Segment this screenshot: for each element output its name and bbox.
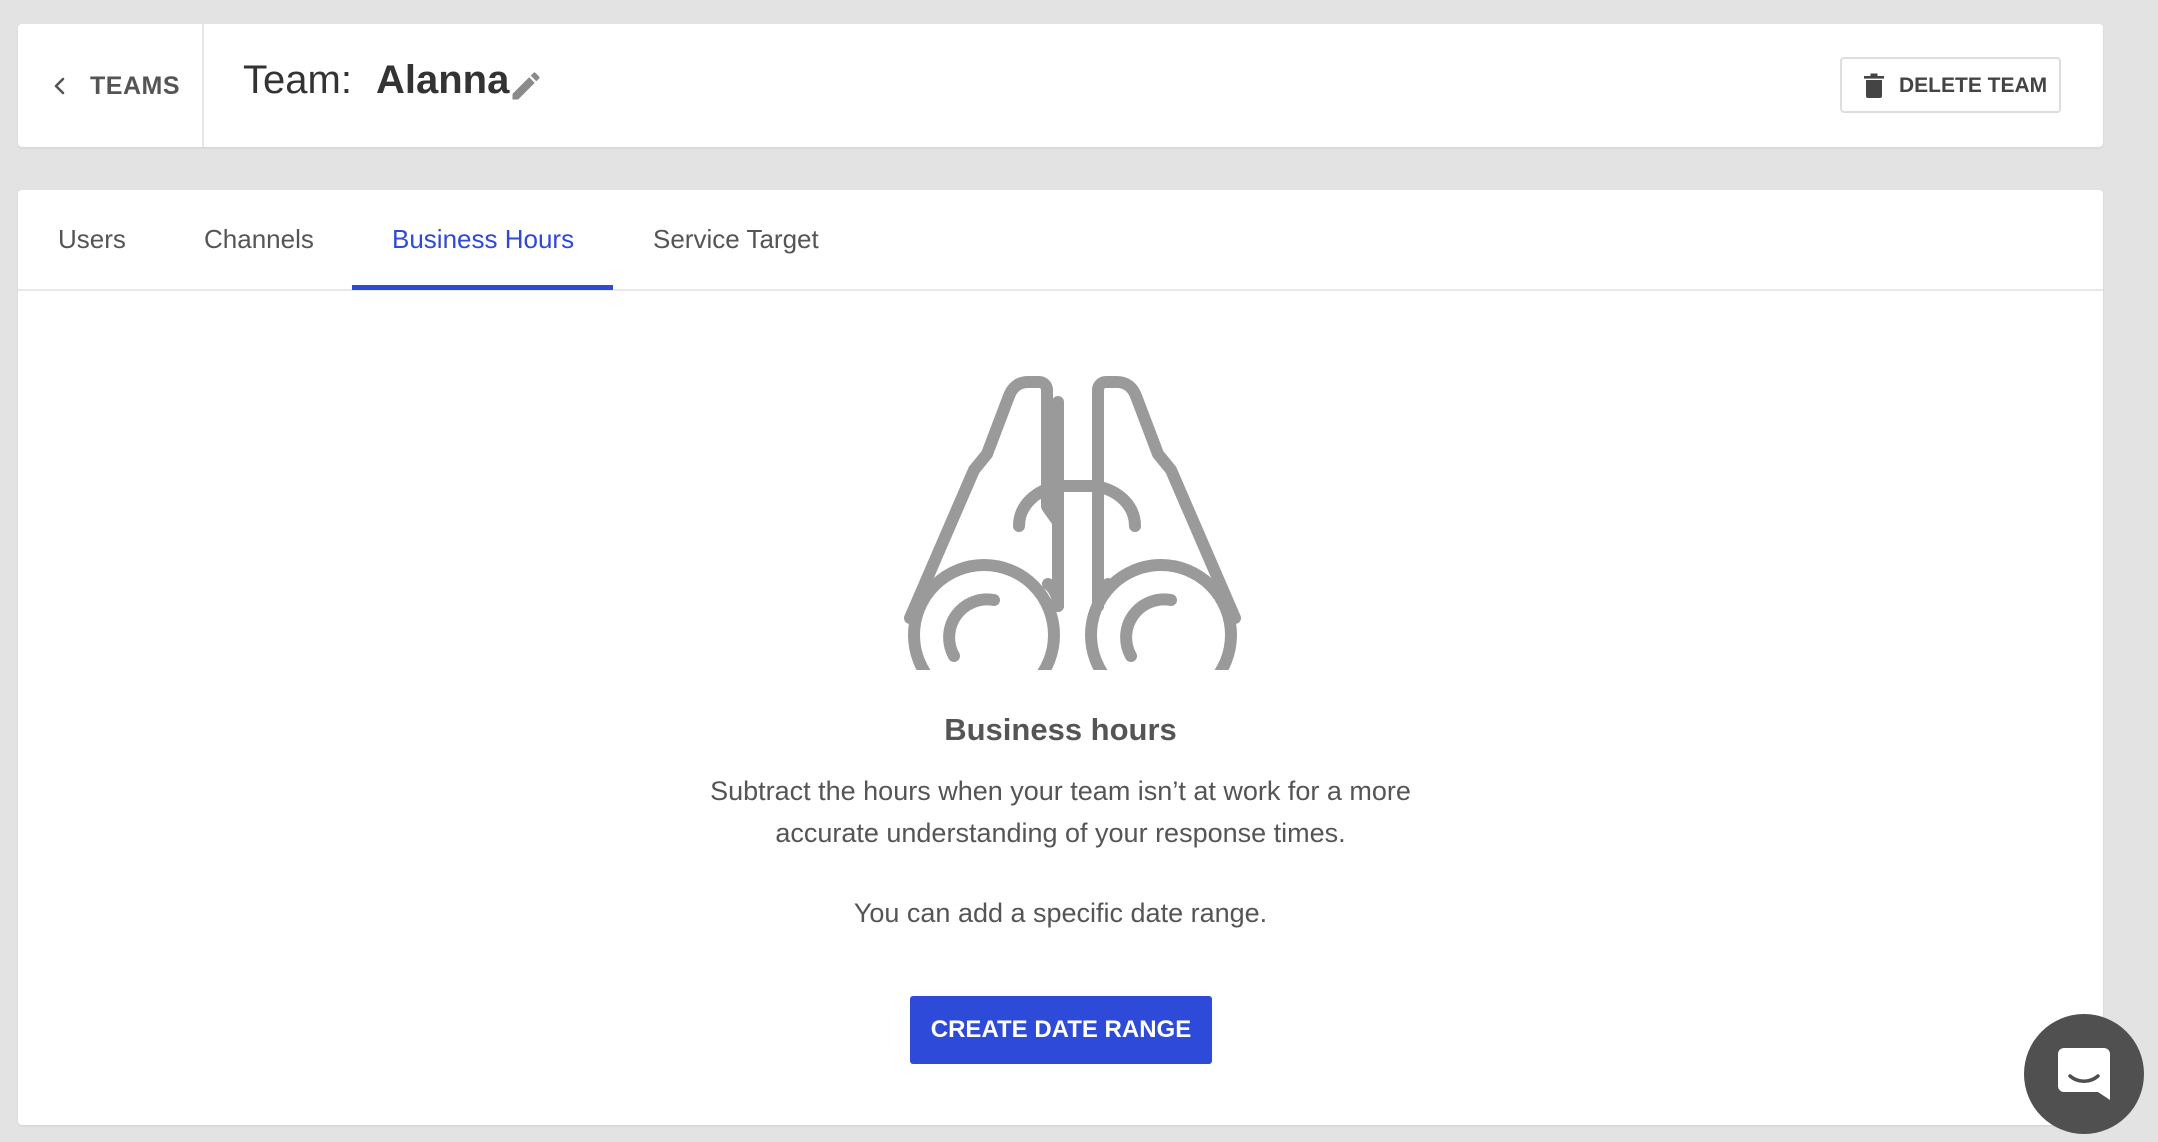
back-link-label: TEAMS (90, 72, 180, 100)
team-settings-panel: Users Channels Business Hours Service Ta… (18, 190, 2103, 1125)
tab-service-target[interactable]: Service Target (653, 190, 853, 291)
team-prefix: Team: (243, 58, 352, 102)
binoculars-icon (904, 376, 1241, 670)
chat-icon (2058, 1048, 2110, 1100)
team-name: Alanna (376, 58, 510, 102)
tab-service-target-label: Service Target (653, 224, 819, 254)
tab-bar: Users Channels Business Hours Service Ta… (18, 190, 2103, 291)
empty-state-title: Business hours (944, 712, 1177, 747)
empty-state-description: Subtract the hours when your team isn’t … (18, 770, 2103, 854)
tab-users-label: Users (58, 224, 126, 254)
header-divider (202, 24, 204, 147)
delete-team-label: DELETE TEAM (1899, 74, 2048, 97)
empty-state-note: You can add a specific date range. (853, 898, 1268, 928)
empty-state-description-line2: accurate understanding of your response … (775, 818, 1346, 848)
tab-users[interactable]: Users (58, 190, 148, 291)
tab-channels-label: Channels (204, 224, 314, 254)
delete-team-button[interactable]: DELETE TEAM (1840, 57, 2061, 113)
create-date-range-button[interactable]: CREATE DATE RANGE (910, 996, 1212, 1064)
chevron-left-icon (54, 77, 65, 95)
back-to-teams-link[interactable]: TEAMS (18, 24, 202, 147)
tab-business-hours[interactable]: Business Hours (392, 190, 592, 291)
empty-state-description-line1: Subtract the hours when your team isn’t … (710, 776, 1411, 806)
tab-business-hours-label: Business Hours (392, 224, 575, 254)
pencil-icon[interactable] (508, 68, 544, 104)
trash-icon (1864, 73, 1884, 98)
tab-channels[interactable]: Channels (204, 190, 364, 291)
chat-launcher-button[interactable] (2024, 1014, 2144, 1134)
team-header: TEAMS Team: Alanna DELETE TEAM (18, 24, 2103, 147)
active-tab-indicator (352, 285, 613, 290)
